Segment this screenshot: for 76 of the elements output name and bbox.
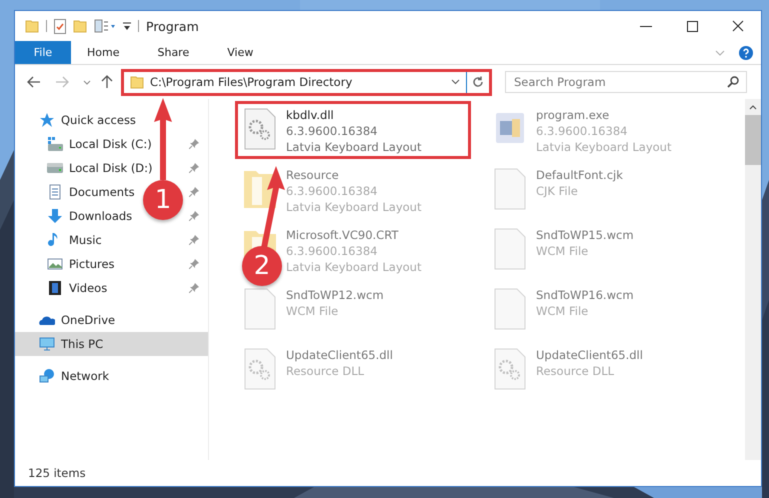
gear-file-icon	[242, 107, 278, 151]
sidebar-item[interactable]: Videos	[69, 281, 108, 295]
file-detail: WCM File	[536, 243, 590, 259]
gear-file-icon	[242, 347, 278, 391]
window-title: Program	[146, 18, 199, 34]
gear-file-icon	[492, 347, 528, 391]
file-name: kbdlv.dll	[286, 107, 335, 123]
file-name[interactable]: UpdateClient65.dll	[536, 347, 643, 363]
sidebar-item[interactable]: OneDrive	[61, 313, 116, 327]
network-icon	[39, 368, 55, 384]
sidebar-item[interactable]: Local Disk (D:)	[69, 161, 153, 175]
sidebar-item[interactable]: Documents	[69, 185, 135, 199]
file-name[interactable]: Resource	[286, 167, 422, 183]
folder-icon	[130, 75, 144, 89]
up-arrow-icon[interactable]	[101, 75, 113, 89]
file-detail: Latvia Keyboard Layout	[286, 259, 422, 275]
ribbon-tab[interactable]: View	[213, 41, 268, 64]
star-icon	[39, 112, 55, 128]
down-arrow-icon	[47, 208, 63, 224]
sidebar-item[interactable]: Music	[69, 233, 102, 247]
search-icon	[727, 76, 739, 88]
film-icon	[47, 280, 63, 296]
properties-icon[interactable]	[54, 18, 66, 34]
file-detail: Resource DLL	[536, 363, 616, 379]
ribbon-tab[interactable]: File	[15, 41, 71, 64]
file-detail: Latvia Keyboard Layout	[286, 199, 422, 215]
file-name[interactable]: SndToWP12.wcm	[286, 287, 384, 303]
file-name[interactable]: program.exe	[536, 107, 672, 123]
drive-icon	[47, 160, 63, 176]
close-icon	[732, 20, 744, 32]
file-detail: WCM File	[286, 303, 340, 319]
file-detail: Resource DLL	[286, 363, 366, 379]
scroll-up-icon[interactable]	[749, 105, 757, 110]
refresh-icon	[472, 76, 484, 88]
file-detail: Latvia Keyboard Layout	[286, 139, 422, 155]
file-icon	[492, 167, 528, 211]
drive-icon	[47, 136, 63, 152]
sidebar-item[interactable]: This PC	[15, 332, 208, 356]
file-detail: 6.3.9600.16384	[286, 123, 378, 139]
sidebar-item[interactable]: Pictures	[69, 257, 115, 271]
address-field[interactable]: C:\Program Files\Program Directory	[124, 72, 467, 92]
file-detail: WCM File	[536, 303, 590, 319]
back-arrow-icon[interactable]	[27, 76, 41, 88]
ribbon-tab[interactable]: Home	[73, 41, 134, 64]
file-name[interactable]: UpdateClient65.dll	[286, 347, 393, 363]
file-item[interactable]: kbdlv.dll 6.3.9600.16384 Latvia Keyboard Layout	[235, 101, 471, 159]
file-icon	[242, 287, 278, 331]
item-count: 125 items	[28, 466, 86, 480]
file-detail: 6.3.9600.16384	[286, 183, 378, 199]
search-field[interactable]: Search Program	[505, 71, 747, 93]
sidebar-item[interactable]: Network	[61, 369, 110, 383]
scrollbar-thumb[interactable]	[745, 115, 761, 165]
scrollbar[interactable]	[745, 99, 761, 460]
file-name[interactable]: SndToWP15.wcm	[536, 227, 634, 243]
landscape-icon	[47, 256, 63, 272]
file-detail: 6.3.9600.16384	[286, 243, 378, 259]
file-name[interactable]: Microsoft.VC90.CRT	[286, 227, 422, 243]
view-options-icon[interactable]	[94, 19, 116, 33]
file-detail: Latvia Keyboard Layout	[536, 139, 672, 155]
file-name[interactable]: DefaultFont.cjk	[536, 167, 623, 183]
customize-dropdown-icon[interactable]	[123, 21, 131, 31]
ribbon-tab[interactable]: Share	[143, 41, 204, 64]
recent-dropdown-icon[interactable]	[83, 80, 91, 84]
monitor-icon	[39, 336, 55, 352]
sidebar-item[interactable]: Quick access	[61, 113, 136, 127]
sidebar-item[interactable]: Downloads	[69, 209, 132, 223]
maximize-icon	[686, 20, 698, 32]
file-icon	[492, 287, 528, 331]
sidebar-item[interactable]: Local Disk (C:)	[69, 137, 152, 151]
file-name[interactable]: SndToWP16.wcm	[536, 287, 634, 303]
file-icon	[492, 227, 528, 271]
file-detail: CJK File	[536, 183, 579, 199]
help-icon[interactable]	[739, 46, 753, 60]
dropdown-icon[interactable]	[451, 79, 460, 85]
document-icon	[47, 184, 63, 200]
file-detail: 6.3.9600.16384	[536, 123, 628, 139]
